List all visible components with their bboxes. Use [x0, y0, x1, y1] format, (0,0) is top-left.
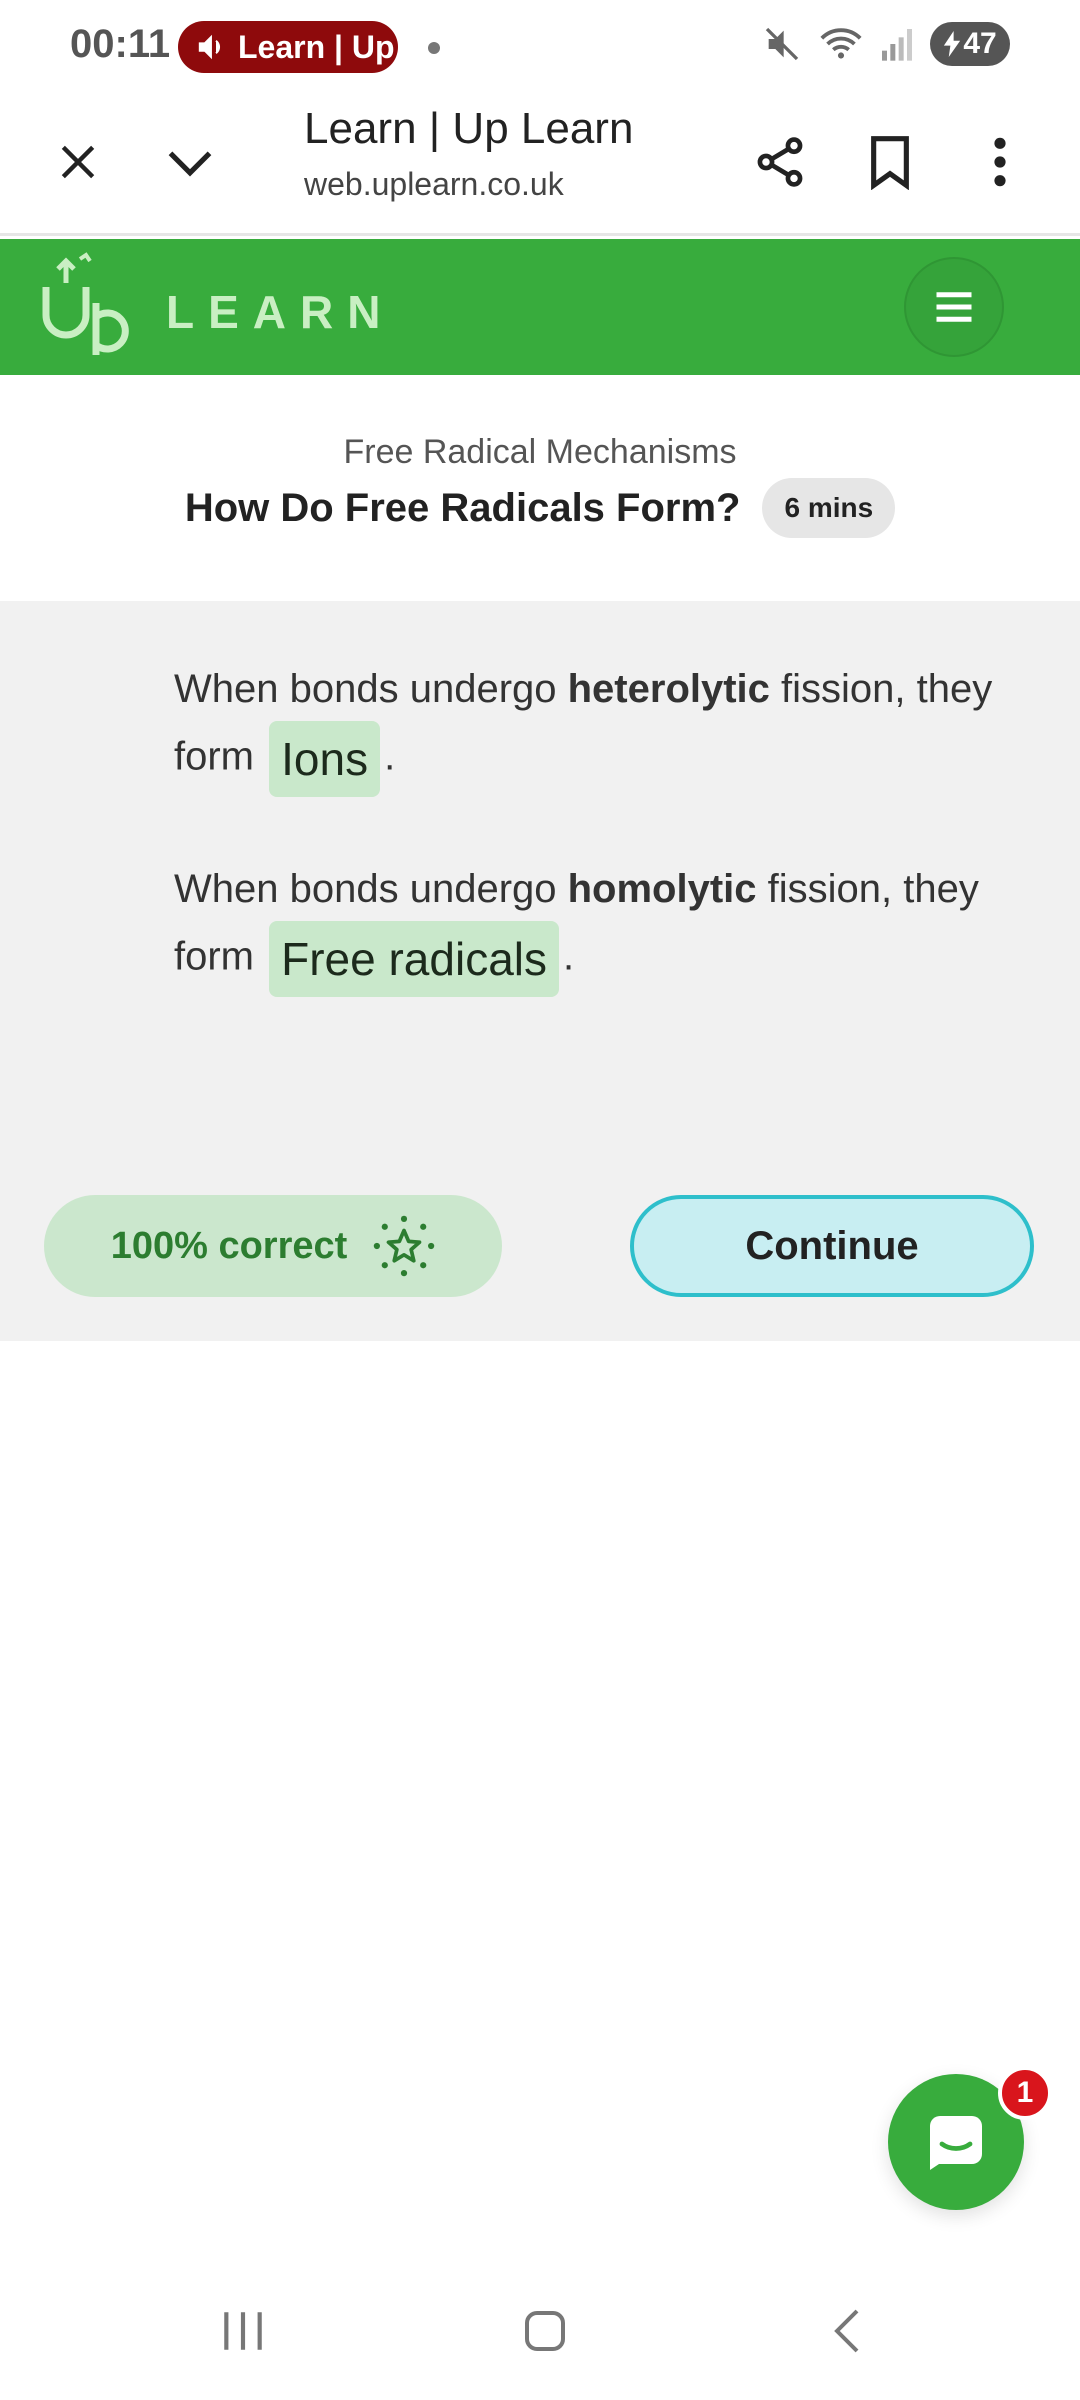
recent-apps-button[interactable]	[198, 2296, 288, 2366]
recent-apps-icon	[224, 2312, 262, 2350]
brand-wordmark: LEARN	[166, 286, 395, 338]
duration-badge: 6 mins	[762, 478, 896, 538]
speaker-icon	[198, 34, 221, 60]
score-pill: 100% correct	[44, 1195, 502, 1297]
notification-dot	[428, 42, 440, 54]
home-button[interactable]	[500, 2296, 590, 2366]
page-title: Learn | Up Learn	[304, 104, 634, 153]
lesson-title: How Do Free Radicals Form?	[184, 485, 741, 530]
media-playing-pill[interactable]: Learn | Up	[178, 21, 398, 73]
question-statement: When bonds undergo homolytic fission, th…	[174, 857, 1034, 997]
chevron-down-icon	[168, 151, 212, 177]
mute-icon	[765, 27, 799, 61]
signal-icon	[882, 29, 912, 61]
lesson-header: Free Radical Mechanisms How Do Free Radi…	[0, 375, 1080, 601]
browser-toolbar: Learn | Up Learn web.uplearn.co.uk	[0, 92, 1080, 236]
wifi-icon	[820, 28, 862, 59]
media-label: Learn | Up	[238, 28, 395, 65]
lesson-title-row: How Do Free Radicals Form? 6 mins	[0, 478, 1080, 538]
site-header: LEARN	[0, 239, 1080, 375]
statement-text: .	[384, 734, 396, 779]
close-tab-button[interactable]	[40, 124, 116, 200]
home-icon	[525, 2311, 565, 2351]
status-bar: 00:11 Learn | Up 47	[0, 0, 1080, 92]
uplearn-logo[interactable]: LEARN	[36, 247, 394, 365]
close-icon	[61, 145, 95, 179]
hamburger-icon	[936, 292, 972, 322]
statement-keyword: homolytic	[567, 867, 757, 911]
more-vert-icon	[994, 137, 1006, 187]
chat-unread-badge: 1	[998, 2066, 1052, 2120]
system-nav-bar	[0, 2262, 1080, 2400]
back-icon	[834, 2309, 859, 2353]
more-options-button[interactable]	[960, 122, 1040, 202]
statement-keyword: heterolytic	[567, 667, 770, 711]
battery-level: 47	[963, 27, 997, 60]
bookmark-icon	[871, 136, 909, 190]
back-button[interactable]	[802, 2296, 892, 2366]
statement-text: When bonds undergo	[174, 667, 568, 711]
star-burst-icon	[374, 1215, 435, 1277]
filled-answer: Ions	[269, 721, 381, 797]
share-icon	[757, 137, 803, 187]
score-label: 100% correct	[110, 1224, 348, 1267]
question-statement: When bonds undergo heterolytic fission, …	[174, 657, 1034, 797]
charging-bolt-icon	[944, 31, 961, 57]
continue-button[interactable]: Continue	[630, 1195, 1034, 1297]
battery-indicator: 47	[930, 22, 1010, 66]
statement-text: When bonds undergo	[174, 867, 568, 911]
statement-text: .	[563, 934, 575, 979]
chat-icon	[930, 2116, 982, 2170]
lesson-topic: Free Radical Mechanisms	[343, 433, 737, 471]
status-icons: 47	[762, 22, 1010, 66]
hamburger-menu-button[interactable]	[904, 257, 1004, 357]
bookmark-button[interactable]	[850, 122, 930, 202]
up-logo-icon	[42, 252, 129, 355]
page-url[interactable]: web.uplearn.co.uk	[304, 166, 564, 203]
clock: 00:11	[70, 22, 171, 66]
minimize-button[interactable]	[152, 124, 228, 200]
share-button[interactable]	[740, 122, 820, 202]
question-panel: When bonds undergo heterolytic fission, …	[0, 601, 1080, 1341]
filled-answer: Free radicals	[269, 921, 559, 997]
